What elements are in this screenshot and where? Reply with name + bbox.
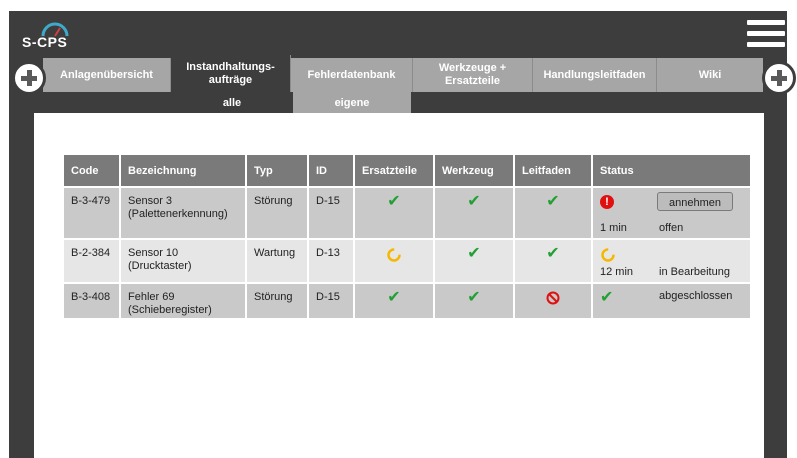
name-cell: Sensor 10 (Drucktaster) — [121, 238, 247, 282]
sub-tab-alle[interactable]: alle — [171, 92, 293, 113]
leitfaden-cell: ✔ — [515, 238, 593, 282]
check-icon: ✔ — [546, 245, 560, 262]
check-icon: ✔ — [467, 289, 481, 306]
tab-anlagenuebersicht[interactable]: Anlagenübersicht — [43, 58, 171, 92]
name-line2: (Palettenerkennung) — [128, 208, 228, 220]
name-cell: Fehler 69 (Schieberegister) — [121, 282, 247, 318]
check-icon: ✔ — [387, 193, 401, 210]
logo-text: S-CPS — [22, 34, 68, 50]
left-add-button[interactable] — [12, 61, 46, 95]
name-line1: Sensor 3 — [128, 195, 173, 207]
col-leitfaden: Leitfaden — [515, 155, 593, 186]
ersatzteile-cell: ✔ — [355, 282, 435, 318]
status-text: in Bearbeitung — [659, 266, 730, 278]
menu-icon[interactable] — [747, 20, 785, 50]
table-row[interactable]: B-3-408 Fehler 69 (Schieberegister) Störu… — [64, 282, 750, 318]
id-cell: D-15 — [309, 282, 355, 318]
tab-werkzeuge-ersatzteile[interactable]: Werkzeuge + Ersatzteile — [413, 58, 533, 92]
typ-cell: Störung — [247, 186, 309, 238]
status-cell: 12 min in Bearbeitung — [593, 238, 750, 282]
col-bezeichnung: Bezeichnung — [121, 155, 247, 186]
check-icon: ✔ — [600, 289, 614, 306]
typ-cell: Wartung — [247, 238, 309, 282]
accept-button[interactable]: annehmen — [657, 192, 733, 211]
check-icon: ✔ — [467, 193, 481, 210]
werkzeug-cell: ✔ — [435, 282, 515, 318]
status-time: 12 min — [600, 266, 634, 278]
table-row[interactable]: B-2-384 Sensor 10 (Drucktaster) Wartung D… — [64, 238, 750, 282]
col-ersatzteile: Ersatzteile — [355, 155, 435, 186]
tab-instandhaltungsauftraege[interactable]: Instandhaltungs- aufträge — [171, 55, 291, 92]
ersatzteile-cell — [355, 238, 435, 282]
name-line1: Fehler 69 — [128, 291, 175, 303]
code-cell: B-2-384 — [64, 238, 121, 282]
werkzeug-cell: ✔ — [435, 186, 515, 238]
error-icon: ! — [600, 195, 614, 209]
leitfaden-cell: ✔ — [515, 186, 593, 238]
ersatzteile-cell: ✔ — [355, 186, 435, 238]
orders-table: Code Bezeichnung Typ ID Ersatzteile Werk… — [64, 155, 750, 318]
id-cell: D-15 — [309, 186, 355, 238]
status-cell: ! annehmen 1 min offen — [593, 186, 750, 238]
right-add-button[interactable] — [762, 61, 796, 95]
name-line2: (Schieberegister) — [128, 304, 212, 316]
tab-fehlerdatenbank[interactable]: Fehlerdatenbank — [291, 58, 413, 92]
code-cell: B-3-479 — [64, 186, 121, 238]
forbidden-icon — [546, 291, 560, 305]
in-progress-icon — [601, 248, 615, 262]
status-text: abgeschlossen — [659, 290, 733, 302]
table-row[interactable]: B-3-479 Sensor 3 (Palettenerkennung) Stör… — [64, 186, 750, 238]
leitfaden-cell — [515, 282, 593, 318]
col-werkzeug: Werkzeug — [435, 155, 515, 186]
werkzeug-cell: ✔ — [435, 238, 515, 282]
check-icon: ✔ — [467, 245, 481, 262]
in-progress-icon — [387, 248, 401, 262]
sub-tab-eigene[interactable]: eigene — [293, 92, 411, 113]
name-line1: Sensor 10 — [128, 247, 179, 259]
status-text: offen — [659, 222, 684, 234]
status-time: 1 min — [600, 222, 627, 234]
check-icon: ✔ — [387, 289, 401, 306]
id-cell: D-13 — [309, 238, 355, 282]
col-id: ID — [309, 155, 355, 186]
code-cell: B-3-408 — [64, 282, 121, 318]
name-cell: Sensor 3 (Palettenerkennung) — [121, 186, 247, 238]
typ-cell: Störung — [247, 282, 309, 318]
logo: S-CPS — [22, 18, 82, 52]
tab-handlungsleitfaden[interactable]: Handlungsleitfaden — [533, 58, 657, 92]
col-code: Code — [64, 155, 121, 186]
col-typ: Typ — [247, 155, 309, 186]
nav-tabs: Anlagenübersicht Instandhaltungs- aufträ… — [9, 55, 787, 92]
check-icon: ✔ — [546, 193, 560, 210]
col-status: Status — [593, 155, 750, 186]
status-cell: ✔ abgeschlossen — [593, 282, 750, 318]
name-line2: (Drucktaster) — [128, 260, 192, 272]
tab-wiki[interactable]: Wiki — [657, 58, 763, 92]
table-header-row: Code Bezeichnung Typ ID Ersatzteile Werk… — [64, 155, 750, 186]
